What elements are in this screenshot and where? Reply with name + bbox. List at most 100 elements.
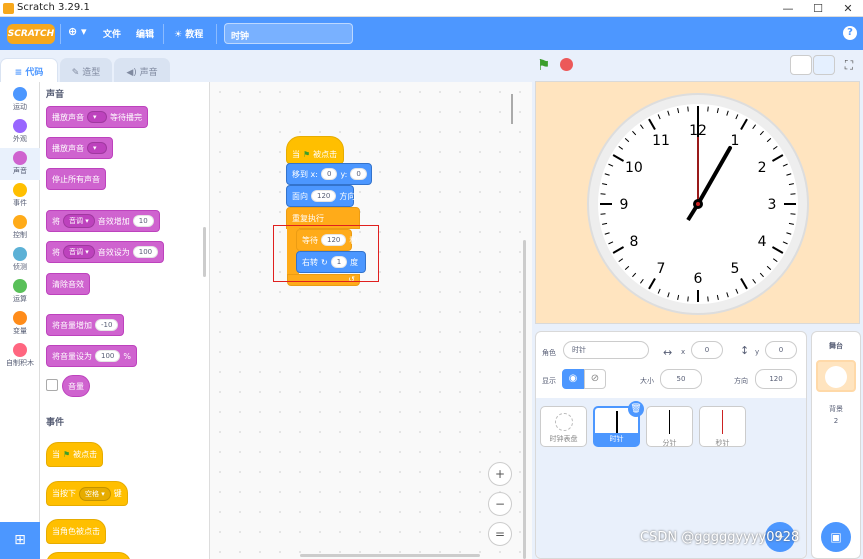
block-clear-effects[interactable]: 清除音效 [46,273,90,295]
sprite-tile-label: 时针 [595,433,638,445]
zoom-reset-button[interactable]: = [488,522,512,546]
project-title-input[interactable]: 时钟 [224,23,353,44]
tab-code[interactable]: ≡ 代码 [0,58,58,82]
workspace-vertical-scrollbar[interactable] [511,94,513,124]
stage-canvas[interactable]: 121234567891011 [535,81,860,324]
fullscreen-icon[interactable]: ⛶ [839,55,859,75]
zoom-out-button[interactable]: − [488,492,512,516]
stop-icon[interactable] [560,58,573,71]
stage-thumbnail[interactable] [816,360,856,392]
block-stop-all-sounds[interactable]: 停止所有声音 [46,168,106,190]
help-icon[interactable]: ? [843,26,857,40]
green-flag-icon[interactable]: ⚑ [537,56,550,74]
category-item[interactable]: 运动 [0,84,40,116]
sprite-tile[interactable]: 秒针 [699,406,746,447]
script-goto-xy[interactable]: 移到 x: 0 y: 0 [286,163,372,185]
tutorials-menu[interactable]: ☀ 教程 [174,27,203,40]
language-menu[interactable]: ⊕ ▾ [68,25,87,38]
tab-sounds-label: 声音 [139,68,158,78]
trash-icon[interactable]: 🗑 [628,401,644,417]
tab-sounds[interactable]: ◀) 声音 [114,58,170,82]
tab-costumes[interactable]: ✎ 造型 [60,58,112,82]
edit-menu[interactable]: 编辑 [136,27,154,40]
category-label: 自制积木 [6,359,34,367]
block-change-volume[interactable]: 将音量增加 -10 [46,314,125,336]
watermark: CSDN @gggggyyyy0928 [640,530,800,545]
x-arrow-icon: ↔ [663,346,673,359]
scratch-logo[interactable]: SCRATCH [7,24,55,44]
code-workspace[interactable]: 当 ⚑ 被点击 移到 x: 0 y: 0 面向 120 方向 重复执行 等待 1… [210,82,532,559]
key-dropdown[interactable]: 空格 ▾ [79,486,111,501]
sprite-tile-label: 时钟表盘 [549,435,578,443]
category-label: 控制 [13,231,27,239]
category-item[interactable]: 外观 [0,116,40,148]
clock-number: 1 [731,133,740,149]
block-start-sound[interactable]: 播放声音 ▾ [46,137,113,159]
zoom-in-button[interactable]: + [488,462,512,486]
category-color-dot [13,119,27,133]
sound-dropdown[interactable]: ▾ [87,142,107,154]
large-stage-button[interactable] [813,55,835,75]
minimize-button[interactable]: — [773,0,803,17]
sound-dropdown[interactable]: ▾ [87,111,107,123]
sprite-tile-label: 秒针 [715,439,730,447]
category-color-dot [13,183,27,197]
show-hidden-button[interactable]: ⊘ [584,369,606,389]
effect-dropdown[interactable]: 音调 ▾ [63,214,95,228]
x-input[interactable]: 0 [320,168,338,180]
block-play-until-done[interactable]: 播放声音 ▾ 等待播完 [46,106,148,128]
block-when-flag-clicked[interactable]: 当 ⚑ 被点击 [46,442,104,467]
y-input[interactable]: 0 [350,168,367,180]
direction-input[interactable]: 120 [311,190,337,202]
maximize-button[interactable]: ☐ [803,0,833,17]
palette-scrollbar[interactable] [203,227,206,277]
small-stage-button[interactable] [790,55,812,75]
script-point-direction[interactable]: 面向 120 方向 [286,185,355,207]
direction-input[interactable]: 120 [755,369,797,389]
block-volume-reporter[interactable]: 音量 [62,375,90,397]
block-when-key-pressed[interactable]: 当按下 空格 ▾ 键 [46,481,128,506]
volume-monitor-checkbox[interactable] [46,379,58,391]
block-label: 当 [292,149,300,159]
block-label: 被点击 [73,450,98,459]
category-item[interactable]: 变量 [0,308,40,340]
file-menu[interactable]: 文件 [103,27,121,40]
clock-number: 8 [629,234,638,250]
category-item[interactable]: 侦测 [0,244,40,276]
script-hat-when-flag[interactable]: 当 ⚑ 被点击 [286,136,344,164]
block-label: 将 [52,247,60,257]
block-set-volume[interactable]: 将音量设为 100 % [46,345,137,367]
block-set-effect[interactable]: 将 音调 ▾ 音效设为 100 [46,241,165,263]
block-change-effect[interactable]: 将 音调 ▾ 音效增加 10 [46,210,160,232]
sprite-name-input[interactable]: 时针 [563,341,649,359]
effect-dropdown[interactable]: 音调 ▾ [63,245,95,259]
category-item[interactable]: 事件 [0,180,40,212]
number-input[interactable]: 10 [132,215,154,227]
clock-drawing: 121234567891011 [587,93,809,315]
y-input[interactable]: 0 [765,341,797,359]
clock-number: 5 [731,261,740,277]
number-input[interactable]: -10 [95,319,119,331]
category-item[interactable]: 自制积木 [0,340,40,372]
number-input[interactable]: 100 [95,350,121,362]
add-extension-button[interactable]: ⊞ [0,522,40,559]
workspace-scrollbar-track[interactable] [523,240,526,559]
sprite-tile[interactable]: 分针 [646,406,693,447]
category-color-dot [13,247,27,261]
category-item[interactable]: 运算 [0,276,40,308]
close-button[interactable]: ✕ [833,0,863,17]
sprite-tile[interactable]: 时钟表盘 [540,406,587,447]
size-input[interactable]: 50 [660,369,702,389]
choose-backdrop-button[interactable]: ▣ [821,522,851,552]
clock-tick [600,193,606,195]
show-visible-button[interactable]: ◉ [562,369,584,389]
category-item[interactable]: 声音 [0,148,40,180]
category-label: 事件 [13,199,27,207]
x-input[interactable]: 0 [691,341,723,359]
number-input[interactable]: 100 [132,246,159,258]
category-item[interactable]: 控制 [0,212,40,244]
menu-divider [60,24,61,44]
block-when-sprite-clicked[interactable]: 当角色被点击 [46,519,106,544]
size-label: 大小 [640,377,654,385]
workspace-horizontal-scrollbar[interactable] [300,554,480,557]
